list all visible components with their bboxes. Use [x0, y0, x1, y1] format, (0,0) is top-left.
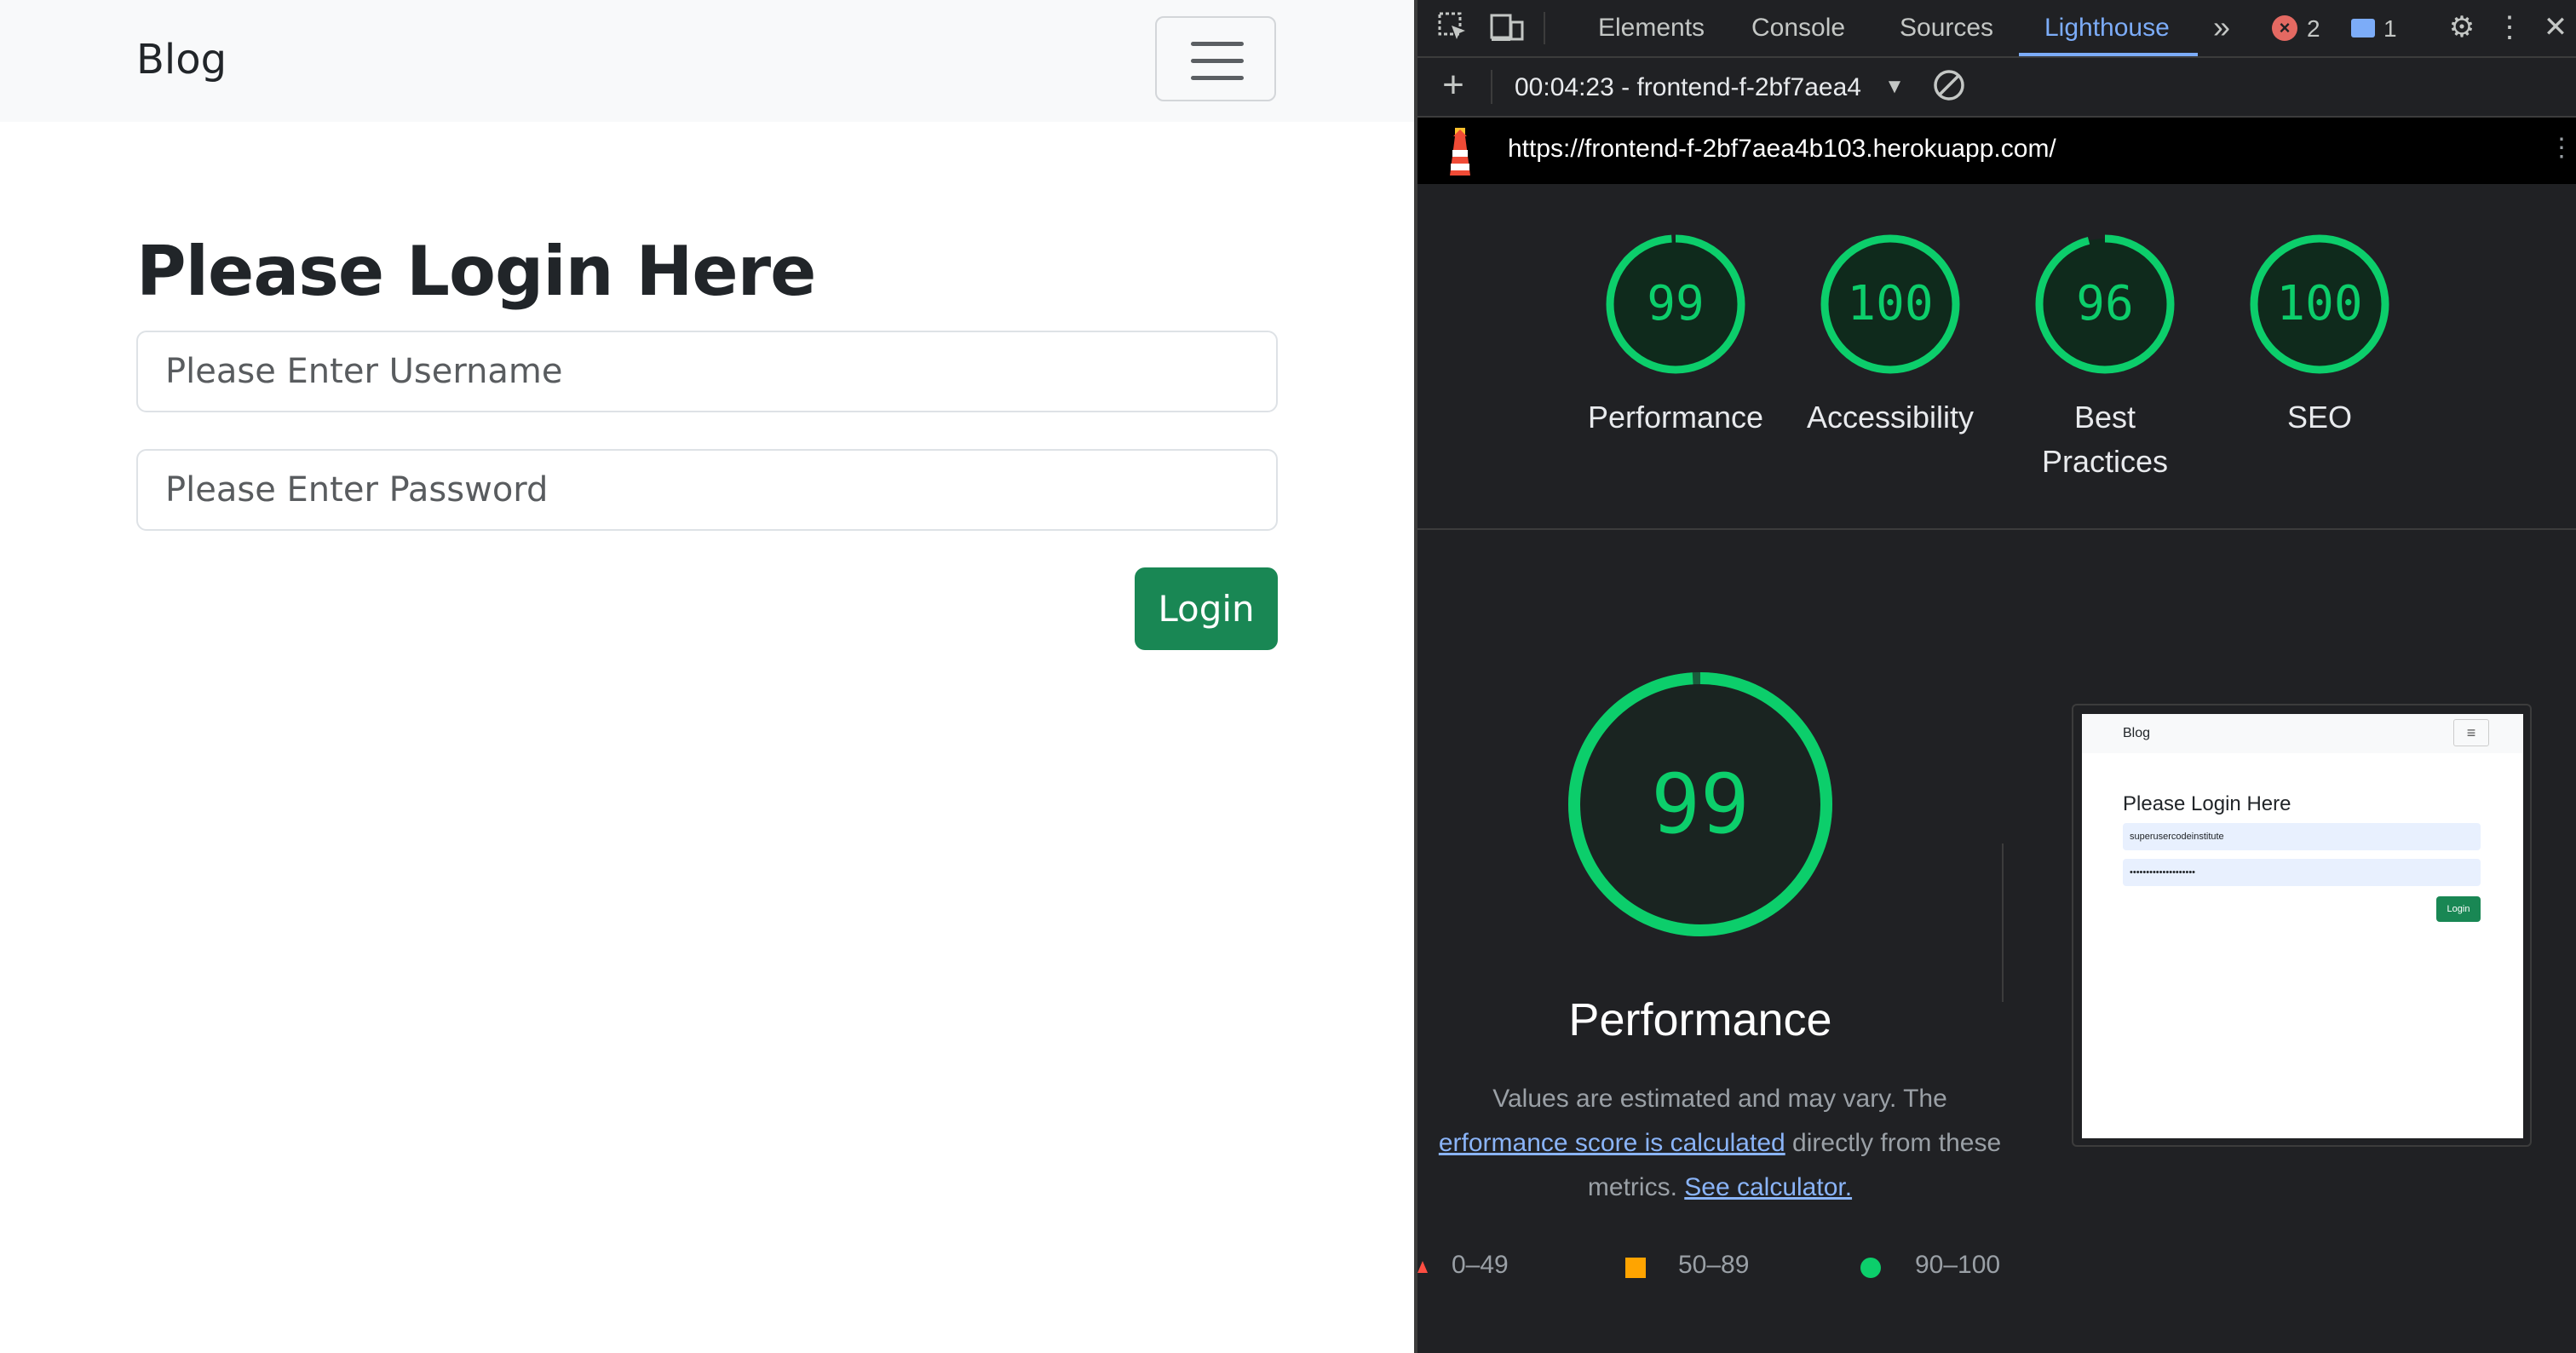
score-calculated-link[interactable]: erformance score is calculated — [1439, 1129, 1785, 1157]
score-value: 99 — [1647, 276, 1705, 331]
page-title: Please Login Here — [136, 232, 816, 311]
tab-console[interactable]: Console — [1751, 14, 1845, 43]
vertical-separator — [2002, 843, 2004, 1002]
legend-pass-range: 90–100 — [1915, 1251, 2001, 1279]
report-url-bar: https://frontend-f-2bf7aea4b103.herokuap… — [1417, 118, 2576, 184]
score-value: 100 — [2276, 276, 2363, 331]
hamburger-icon-line — [1191, 42, 1244, 46]
section-divider — [1417, 528, 2576, 530]
message-badge-icon[interactable] — [2351, 19, 2375, 37]
tab-sources[interactable]: Sources — [1900, 14, 1993, 43]
desc-text: metrics. — [1587, 1173, 1677, 1201]
lighthouse-logo-icon — [1450, 128, 1470, 176]
inspect-element-icon[interactable] — [1436, 10, 1470, 44]
fail-triangle-icon — [1417, 1261, 1428, 1273]
active-tab-indicator — [2019, 53, 2198, 56]
tab-elements[interactable]: Elements — [1598, 14, 1705, 43]
clear-all-icon[interactable] — [1932, 68, 1966, 102]
thumbnail-page: Blog ≡ Please Login Here superusercodein… — [2082, 714, 2523, 1138]
score-label: Performance — [1587, 400, 1764, 435]
device-toolbar-icon[interactable] — [1489, 10, 1524, 44]
hamburger-icon-line — [1191, 76, 1244, 80]
error-count[interactable]: 2 — [2307, 15, 2320, 43]
toolbar-separator — [1544, 12, 1545, 44]
lighthouse-toolbar: + 00:04:23 - frontend-f-2bf7aea4 ▼ — [1417, 58, 2576, 118]
more-tabs-icon[interactable]: » — [2205, 10, 2239, 44]
hamburger-icon-line — [1191, 59, 1244, 63]
report-url[interactable]: https://frontend-f-2bf7aea4b103.herokuap… — [1508, 135, 2056, 164]
error-badge-icon[interactable]: × — [2272, 15, 2297, 41]
thumbnail-username: superusercodeinstitute — [2123, 823, 2481, 850]
score-label: Accessibility — [1806, 400, 1975, 435]
password-input[interactable] — [136, 449, 1278, 531]
report-select[interactable]: 00:04:23 - frontend-f-2bf7aea4 — [1515, 73, 1861, 102]
tab-lighthouse[interactable]: Lighthouse — [2044, 14, 2170, 43]
final-screenshot-thumbnail[interactable]: Blog ≡ Please Login Here superusercodein… — [2072, 704, 2532, 1147]
close-devtools-icon[interactable]: ✕ — [2539, 10, 2573, 44]
devtools-panel: Elements Console Sources Lighthouse » × … — [1414, 0, 2576, 1353]
more-options-icon[interactable]: ⋮ — [2493, 10, 2527, 44]
average-square-icon — [1625, 1258, 1646, 1278]
performance-description: Values are estimated and may vary. The e… — [1417, 1077, 2022, 1210]
toolbar-separator — [1491, 70, 1492, 104]
url-menu-icon[interactable]: ⋮ — [2549, 133, 2574, 163]
thumbnail-hamburger-icon: ≡ — [2453, 719, 2489, 746]
pass-circle-icon — [1860, 1258, 1881, 1278]
score-label: SEO — [2286, 400, 2353, 435]
thumbnail-password: •••••••••••••••••••• — [2123, 859, 2481, 886]
score-label: Best Practices — [2041, 400, 2169, 479]
see-calculator-link[interactable]: See calculator. — [1684, 1173, 1852, 1201]
legend-average-range: 50–89 — [1678, 1251, 1750, 1279]
message-count[interactable]: 1 — [2383, 15, 2397, 43]
performance-title: Performance — [1568, 994, 1832, 1045]
thumbnail-navbar: Blog ≡ — [2082, 714, 2523, 753]
thumbnail-heading: Please Login Here — [2123, 792, 2291, 815]
login-button[interactable]: Login — [1135, 567, 1278, 650]
new-report-plus-icon[interactable]: + — [1436, 66, 1470, 104]
devtools-tabbar: Elements Console Sources Lighthouse » × … — [1417, 0, 2576, 58]
desc-text: Values are estimated and may vary. The — [1492, 1085, 1947, 1113]
navbar: Blog — [0, 0, 1414, 122]
dropdown-arrow-icon[interactable]: ▼ — [1877, 70, 1912, 104]
navbar-brand[interactable]: Blog — [136, 36, 227, 83]
settings-gear-icon[interactable]: ⚙ — [2445, 10, 2479, 44]
navbar-toggler-button[interactable] — [1155, 16, 1276, 101]
performance-big-score: 99 — [1651, 757, 1750, 852]
score-value: 96 — [2076, 276, 2134, 331]
legend-fail-range: 0–49 — [1452, 1251, 1509, 1279]
thumbnail-login-button: Login — [2436, 896, 2481, 922]
blog-page: Blog Please Login Here Login — [0, 0, 1414, 1353]
desc-text: directly from these — [1792, 1129, 2002, 1157]
score-value: 100 — [1847, 276, 1934, 331]
username-input[interactable] — [136, 331, 1278, 412]
thumbnail-brand: Blog — [2123, 726, 2151, 740]
